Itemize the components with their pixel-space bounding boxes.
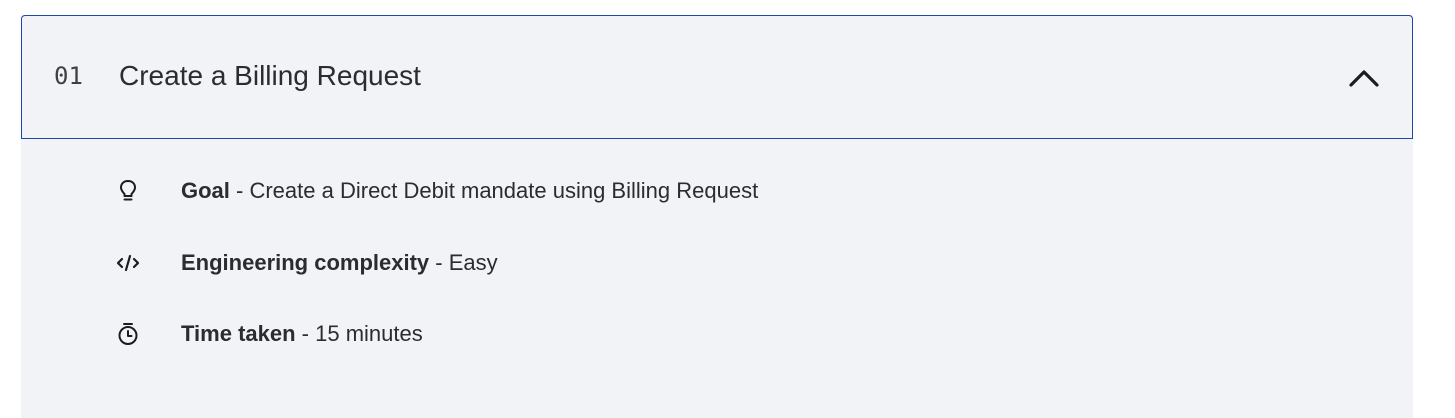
step-title: Create a Billing Request	[119, 60, 421, 91]
detail-complexity: Engineering complexity - Easy	[115, 248, 498, 278]
detail-value: 15 minutes	[315, 321, 423, 346]
step-number: 01	[54, 62, 83, 90]
detail-label: Engineering complexity	[181, 250, 430, 275]
detail-value: Easy	[448, 250, 498, 275]
detail-complexity-text: Engineering complexity - Easy	[181, 250, 498, 276]
detail-goal-text: Goal - Create a Direct Debit mandate usi…	[181, 178, 758, 204]
detail-separator: -	[229, 178, 250, 203]
accordion-step: 01 Create a Billing Request Goal - Creat…	[21, 15, 1413, 418]
detail-time: Time taken - 15 minutes	[115, 319, 423, 349]
detail-value: Create a Direct Debit mandate using Bill…	[249, 178, 759, 203]
chevron-up-icon[interactable]	[1348, 66, 1380, 90]
accordion-header[interactable]: 01 Create a Billing Request	[21, 15, 1413, 139]
detail-separator: -	[429, 250, 449, 275]
stopwatch-icon	[115, 321, 141, 347]
detail-separator: -	[295, 321, 316, 346]
code-icon	[115, 250, 141, 276]
detail-label: Time taken	[181, 321, 296, 346]
detail-goal: Goal - Create a Direct Debit mandate usi…	[115, 176, 758, 206]
detail-label: Goal	[181, 178, 230, 203]
detail-time-text: Time taken - 15 minutes	[181, 321, 423, 347]
lightbulb-icon	[115, 178, 141, 204]
